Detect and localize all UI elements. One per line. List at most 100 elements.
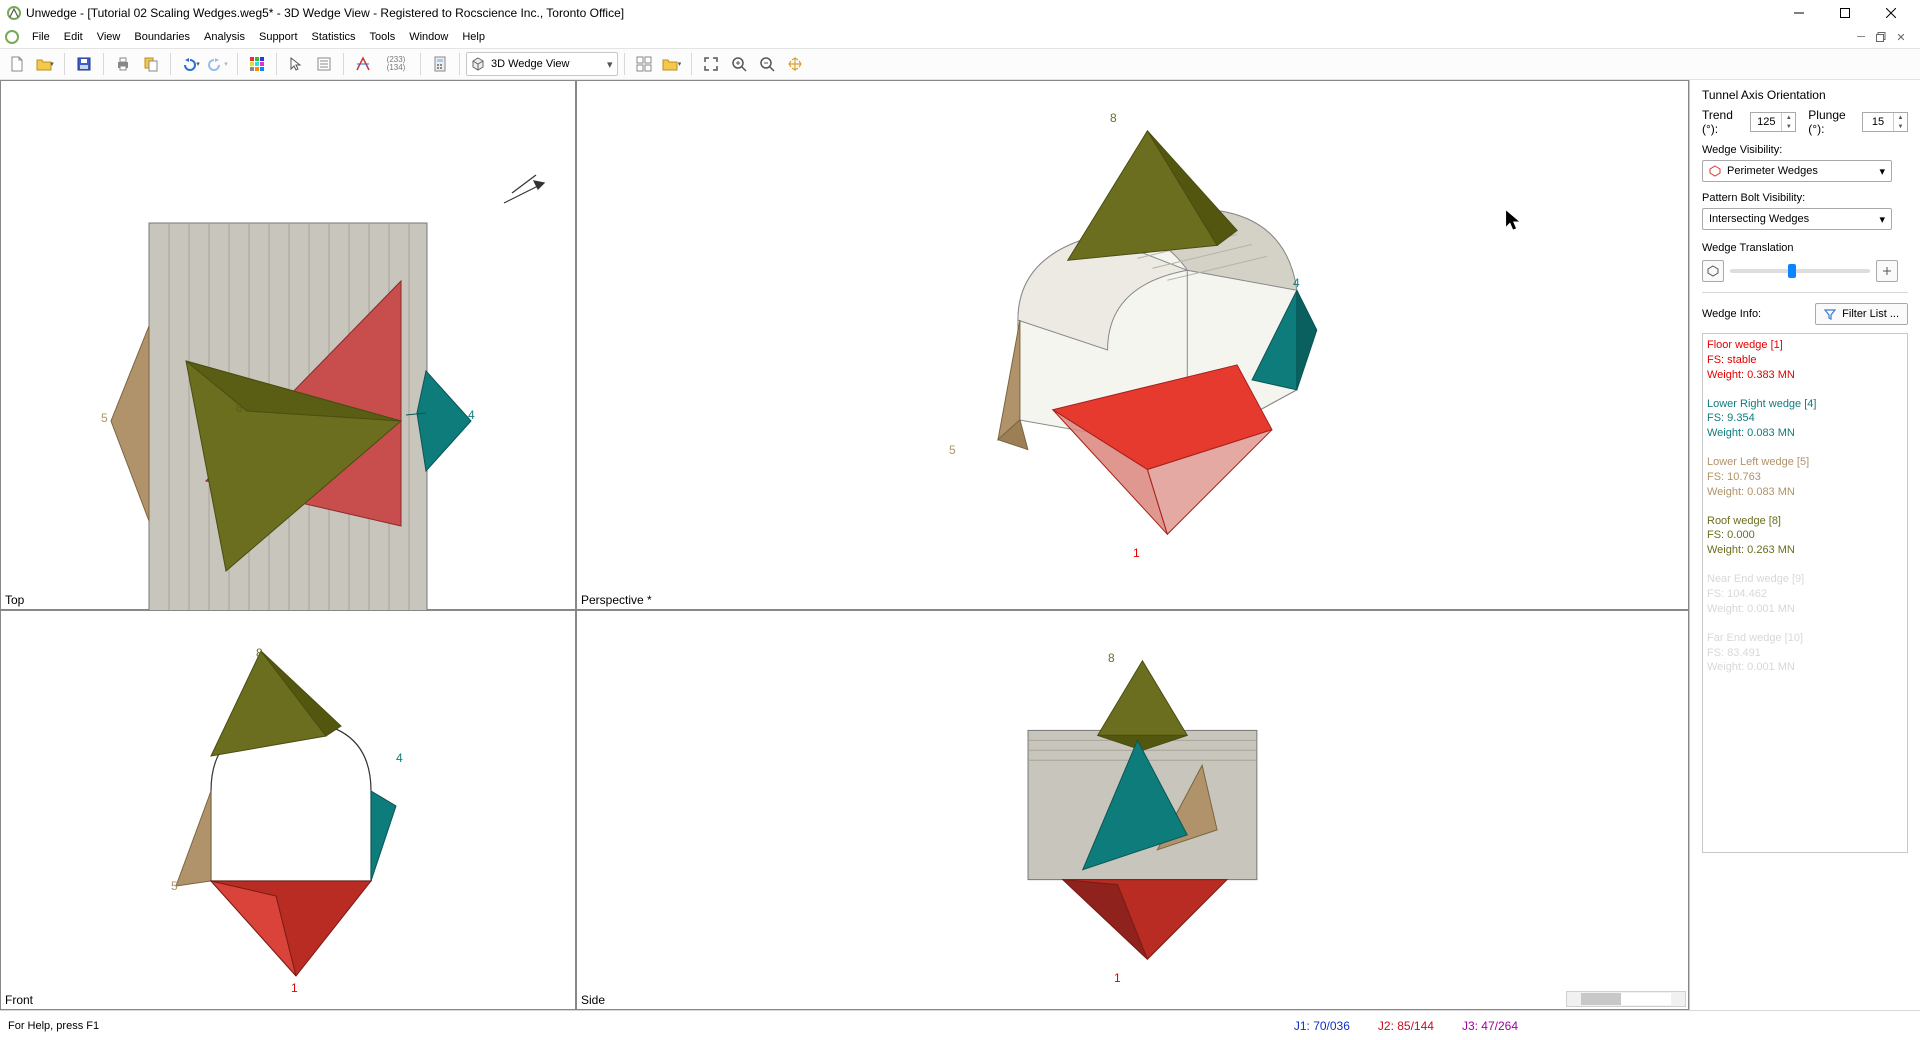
pane-top[interactable]: 5 8 4 Top — [0, 80, 576, 610]
zoom-in-button[interactable] — [726, 51, 752, 77]
open-file-button[interactable]: ▾ — [32, 51, 58, 77]
view-selector-dropdown[interactable]: 3D Wedge View ▾ — [466, 52, 618, 76]
pane-front[interactable]: 8 4 5 1 Front — [0, 610, 576, 1010]
plunge-up-icon[interactable]: ▲ — [1894, 113, 1907, 122]
translation-label: Wedge Translation — [1702, 242, 1908, 254]
pane-perspective[interactable]: 8 4 5 1 Perspective * — [576, 80, 1689, 610]
wedge-vis-value: Perimeter Wedges — [1727, 165, 1818, 177]
translation-slider[interactable] — [1730, 269, 1870, 273]
filter-icon — [1824, 308, 1836, 320]
wedge-label-5p: 5 — [949, 443, 956, 457]
chevron-down-icon: ▾ — [1879, 213, 1885, 226]
bolt-vis-value: Intersecting Wedges — [1709, 213, 1809, 225]
menu-edit[interactable]: Edit — [58, 29, 89, 45]
view-area: 5 8 4 Top — [0, 80, 1690, 1010]
menu-statistics[interactable]: Statistics — [306, 29, 362, 45]
wedge-info-item[interactable]: Far End wedge [10]FS: 83.491Weight: 0.00… — [1707, 631, 1903, 676]
wedge-label-4: 4 — [468, 408, 475, 422]
close-button[interactable] — [1868, 0, 1914, 26]
doc-minimize-button[interactable]: ─ — [1852, 29, 1870, 45]
wedge-info-item[interactable]: Near End wedge [9]FS: 104.462Weight: 0.0… — [1707, 572, 1903, 617]
wedge-info-item[interactable]: Lower Left wedge [5]FS: 10.763Weight: 0.… — [1707, 455, 1903, 500]
pane-label-perspective: Perspective * — [581, 593, 652, 607]
menu-tools[interactable]: Tools — [364, 29, 402, 45]
bolt-visibility-select[interactable]: Intersecting Wedges ▾ — [1702, 208, 1892, 230]
new-file-button[interactable] — [4, 51, 30, 77]
trend-label: Trend (°): — [1702, 108, 1744, 136]
status-bar: For Help, press F1 J1: 70/036 J2: 85/144… — [0, 1010, 1920, 1040]
wedge-label-8f: 8 — [256, 646, 263, 660]
select-tool-button[interactable] — [283, 51, 309, 77]
plunge-down-icon[interactable]: ▼ — [1894, 122, 1907, 131]
wedge-info-item[interactable]: Lower Right wedge [4]FS: 9.354Weight: 0.… — [1707, 397, 1903, 442]
stats-button[interactable]: (233)(134) — [378, 51, 414, 77]
wedge-label-1s: 1 — [1114, 971, 1121, 985]
zoom-extents-button[interactable] — [698, 51, 724, 77]
menu-help[interactable]: Help — [456, 29, 491, 45]
translation-max-button[interactable] — [1876, 260, 1898, 282]
calculator-button[interactable] — [427, 51, 453, 77]
plunge-spinner[interactable]: ▲▼ — [1862, 112, 1908, 132]
title-bar: Unwedge - [Tutorial 02 Scaling Wedges.we… — [0, 0, 1920, 26]
doc-icon — [4, 29, 20, 45]
menu-view[interactable]: View — [91, 29, 127, 45]
print-button[interactable] — [110, 51, 136, 77]
wedge-label-4f: 4 — [396, 751, 403, 765]
menu-bar: File Edit View Boundaries Analysis Suppo… — [0, 26, 1920, 48]
axis-title: Tunnel Axis Orientation — [1702, 88, 1908, 102]
pane-scrollbar[interactable] — [1566, 991, 1686, 1007]
toolbar: ▾ ▾ ▾ (233)(134) 3D Wedge View ▾ ▾ — [0, 48, 1920, 80]
pan-button[interactable] — [782, 51, 808, 77]
menu-boundaries[interactable]: Boundaries — [128, 29, 196, 45]
trend-down-icon[interactable]: ▼ — [1782, 122, 1795, 131]
wedge-info-item[interactable]: Floor wedge [1]FS: stableWeight: 0.383 M… — [1707, 338, 1903, 383]
status-j2: J2: 85/144 — [1378, 1019, 1434, 1033]
translation-min-button[interactable] — [1702, 260, 1724, 282]
menu-support[interactable]: Support — [253, 29, 304, 45]
trend-up-icon[interactable]: ▲ — [1782, 113, 1795, 122]
status-help: For Help, press F1 — [8, 1020, 99, 1032]
pane-side[interactable]: 8 1 Side — [576, 610, 1689, 1010]
side-panel: Tunnel Axis Orientation Trend (°): ▲▼ Pl… — [1690, 80, 1920, 1010]
copy-button[interactable] — [138, 51, 164, 77]
menu-analysis[interactable]: Analysis — [198, 29, 251, 45]
filter-list-label: Filter List ... — [1842, 308, 1899, 320]
doc-restore-button[interactable] — [1872, 29, 1890, 45]
window-options-button[interactable]: ▾ — [659, 51, 685, 77]
wedge-vis-label: Wedge Visibility: — [1702, 144, 1908, 156]
app-logo-icon — [6, 5, 22, 21]
plunge-label: Plunge (°): — [1808, 108, 1856, 136]
chevron-down-icon: ▾ — [607, 58, 613, 71]
window-title: Unwedge - [Tutorial 02 Scaling Wedges.we… — [26, 6, 1776, 20]
trend-spinner[interactable]: ▲▼ — [1750, 112, 1796, 132]
zoom-out-button[interactable] — [754, 51, 780, 77]
joints-button[interactable] — [350, 51, 376, 77]
minimize-button[interactable] — [1776, 0, 1822, 26]
plunge-input[interactable] — [1863, 116, 1893, 128]
wedge-vis-icon — [1709, 165, 1721, 177]
bolt-vis-label: Pattern Bolt Visibility: — [1702, 192, 1908, 204]
wedge-visibility-select[interactable]: Perimeter Wedges ▾ — [1702, 160, 1892, 182]
filter-list-button[interactable]: Filter List ... — [1815, 303, 1908, 325]
wedge-info-list[interactable]: Floor wedge [1]FS: stableWeight: 0.383 M… — [1702, 333, 1908, 853]
redo-button[interactable]: ▾ — [205, 51, 231, 77]
menu-window[interactable]: Window — [403, 29, 454, 45]
doc-close-button[interactable]: ✕ — [1892, 29, 1910, 45]
wedge-info-item[interactable]: Roof wedge [8]FS: 0.000Weight: 0.263 MN — [1707, 514, 1903, 559]
properties-button[interactable] — [311, 51, 337, 77]
wedge-label-4p: 4 — [1293, 276, 1300, 290]
save-button[interactable] — [71, 51, 97, 77]
pane-label-top: Top — [5, 593, 24, 607]
wedge-label-1p: 1 — [1133, 546, 1140, 560]
wedge-label-5: 5 — [101, 411, 108, 425]
trend-input[interactable] — [1751, 116, 1781, 128]
wedge-info-label: Wedge Info: — [1702, 308, 1761, 320]
maximize-button[interactable] — [1822, 0, 1868, 26]
grid-colors-button[interactable] — [244, 51, 270, 77]
layout-button[interactable] — [631, 51, 657, 77]
undo-button[interactable]: ▾ — [177, 51, 203, 77]
wedge-label-8s: 8 — [1108, 651, 1115, 665]
view-selector-value: 3D Wedge View — [491, 58, 601, 70]
menu-file[interactable]: File — [26, 29, 56, 45]
pane-label-side: Side — [581, 993, 605, 1007]
